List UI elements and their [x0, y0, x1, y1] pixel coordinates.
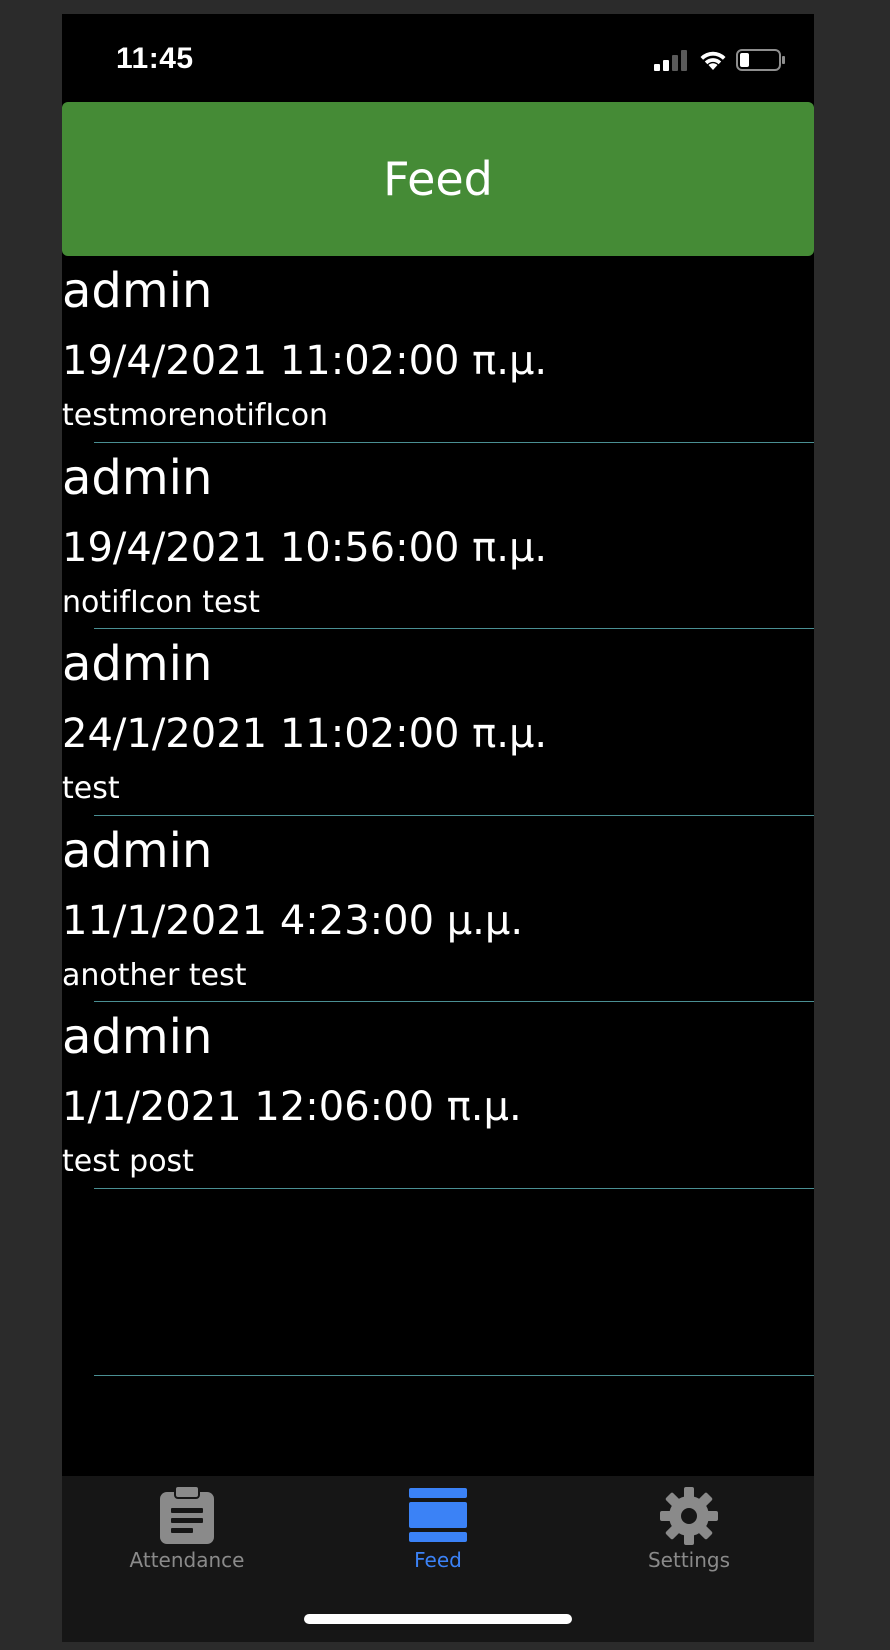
feed-item-message: another test — [62, 957, 247, 993]
feed-item-message: notifIcon test — [62, 584, 260, 620]
feed-item-date: 24/1/2021 11:02:00 π.μ. — [62, 711, 548, 758]
battery-icon — [736, 49, 785, 71]
feed-item-author: admin — [62, 449, 213, 506]
feed-item-date: 19/4/2021 10:56:00 π.μ. — [62, 524, 548, 571]
feed-icon — [409, 1488, 467, 1542]
tab-feed-label: Feed — [414, 1548, 462, 1572]
feed-header: Feed — [62, 102, 814, 256]
feed-item-date: 19/4/2021 11:02:00 π.μ. — [62, 338, 548, 384]
empty-row — [62, 1189, 814, 1376]
page-title: Feed — [383, 152, 493, 206]
status-bar: 11:45 — [62, 14, 814, 102]
feed-list[interactable]: admin 19/4/2021 11:02:00 π.μ. testmoreno… — [62, 256, 814, 1376]
feed-item[interactable]: admin 11/1/2021 4:23:00 μ.μ. another tes… — [62, 816, 814, 1003]
feed-item-date: 11/1/2021 4:23:00 μ.μ. — [62, 897, 524, 944]
feed-item[interactable]: admin 19/4/2021 11:02:00 π.μ. testmoreno… — [62, 256, 814, 443]
clipboard-icon — [160, 1486, 214, 1544]
row-separator — [94, 1374, 814, 1376]
feed-item-message: test post — [62, 1144, 194, 1180]
feed-item-author: admin — [62, 822, 213, 879]
tab-settings-label: Settings — [647, 1548, 731, 1572]
home-indicator[interactable] — [304, 1614, 572, 1624]
feed-item-author: admin — [62, 636, 213, 693]
feed-item[interactable]: admin 24/1/2021 11:02:00 π.μ. test — [62, 629, 814, 816]
status-time: 11:45 — [116, 42, 194, 75]
tab-feed[interactable]: Feed — [313, 1476, 563, 1586]
feed-item-date: 1/1/2021 12:06:00 π.μ. — [62, 1084, 522, 1131]
cellular-signal-icon — [654, 50, 687, 71]
feed-item[interactable]: admin 19/4/2021 10:56:00 π.μ. notifIcon … — [62, 443, 814, 630]
phone-screen: 11:45 Feed admin 19/4/2021 11:02:00 π.μ.… — [62, 14, 814, 1642]
feed-item-author: admin — [62, 263, 213, 319]
feed-item-author: admin — [62, 1009, 213, 1066]
feed-item-message: testmorenotifIcon — [62, 398, 329, 433]
feed-item[interactable]: admin 1/1/2021 12:06:00 π.μ. test post — [62, 1002, 814, 1189]
gear-icon — [660, 1487, 718, 1545]
wifi-icon — [700, 51, 726, 70]
feed-item-message: test — [62, 771, 120, 807]
tab-attendance[interactable]: Attendance — [62, 1476, 312, 1586]
tab-settings[interactable]: Settings — [564, 1476, 814, 1586]
tab-attendance-label: Attendance — [129, 1548, 245, 1572]
